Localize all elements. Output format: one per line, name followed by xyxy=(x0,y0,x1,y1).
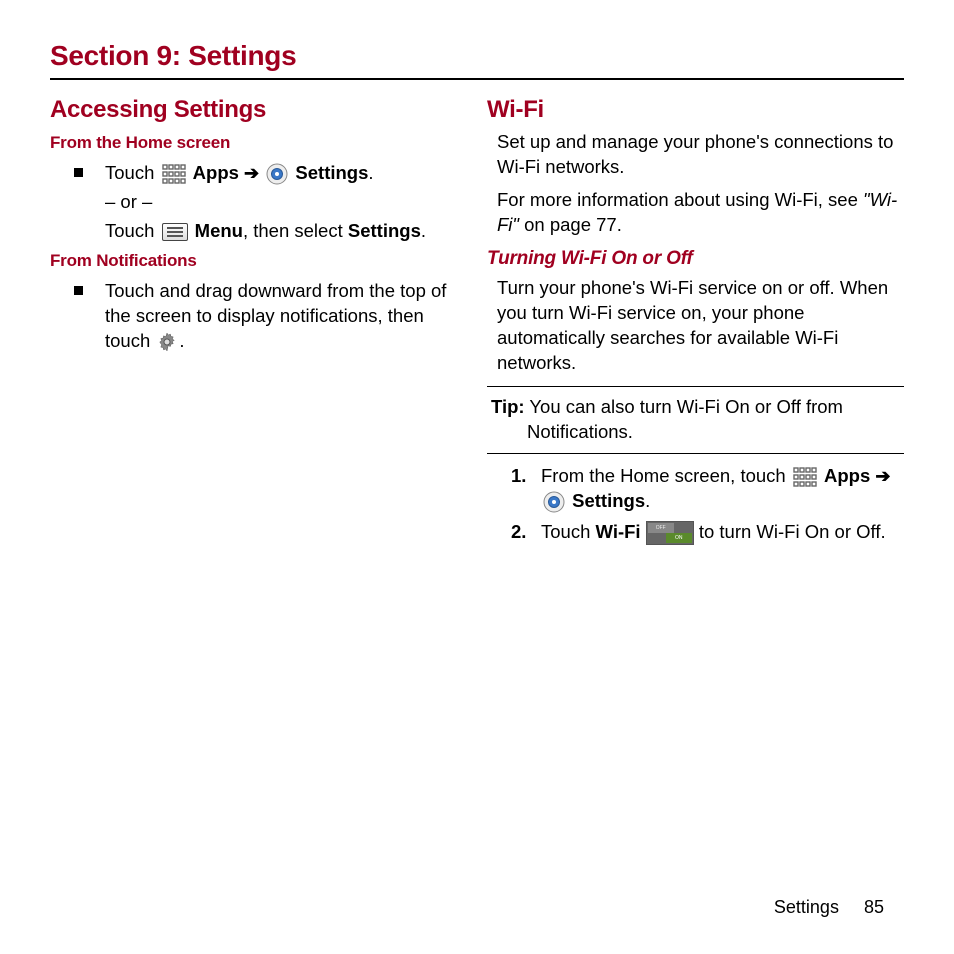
bullet-icon xyxy=(74,168,83,177)
label-apps: Apps xyxy=(824,465,875,486)
bullet-icon xyxy=(74,286,83,295)
gear-icon xyxy=(157,332,177,352)
paragraph: Set up and manage your phone's connectio… xyxy=(497,130,904,180)
tip-label: Tip: xyxy=(491,396,525,417)
bullet-text: Touch and drag downward from the top of … xyxy=(105,279,467,354)
section-title: Section 9: Settings xyxy=(50,40,904,80)
step-text: Touch Wi-Fi OFFON to turn Wi-Fi On or Of… xyxy=(541,520,904,545)
label-settings: Settings xyxy=(295,162,368,183)
step-item: 1. From the Home screen, touch Apps ➔ xyxy=(511,464,904,514)
subheading-from-notifications: From Notifications xyxy=(50,250,467,273)
or-text: – or – xyxy=(105,190,467,215)
step-text: From the Home screen, touch Apps ➔ xyxy=(541,464,904,514)
text: to turn Wi-Fi On or Off. xyxy=(699,521,886,542)
step-number: 1. xyxy=(511,464,541,489)
heading-wifi: Wi-Fi xyxy=(487,94,904,126)
text: Touch and drag downward from the top of … xyxy=(105,280,446,351)
paragraph: For more information about using Wi-Fi, … xyxy=(497,188,904,238)
arrow-icon: ➔ xyxy=(875,466,890,486)
label-settings: Settings xyxy=(348,220,421,241)
heading-accessing-settings: Accessing Settings xyxy=(50,94,467,126)
step-item: 2. Touch Wi-Fi OFFON to turn Wi-Fi On or… xyxy=(511,520,904,545)
bullet-item: Touch and drag downward from the top of … xyxy=(74,279,467,354)
page-number: 85 xyxy=(864,897,884,917)
label-apps: Apps xyxy=(193,162,244,183)
menu-icon xyxy=(162,223,188,241)
subheading-turning-wifi: Turning Wi-Fi On or Off xyxy=(487,246,904,272)
left-column: Accessing Settings From the Home screen … xyxy=(50,94,467,551)
right-column: Wi-Fi Set up and manage your phone's con… xyxy=(487,94,904,551)
arrow-icon: ➔ xyxy=(244,163,259,183)
tip-box: Tip: You can also turn Wi-Fi On or Off f… xyxy=(487,386,904,454)
text: Touch xyxy=(105,220,160,241)
apps-grid-icon xyxy=(162,164,186,184)
text: Touch xyxy=(105,162,160,183)
page-footer: Settings 85 xyxy=(774,897,884,918)
label-wifi: Wi-Fi xyxy=(596,521,641,542)
text: , then select xyxy=(243,220,348,241)
subheading-from-home: From the Home screen xyxy=(50,132,467,155)
text: . xyxy=(179,330,184,351)
text: on page 77. xyxy=(519,214,622,235)
text: For more information about using Wi-Fi, … xyxy=(497,189,863,210)
bullet-text: Touch Apps ➔ xyxy=(105,161,467,244)
label-settings: Settings xyxy=(572,490,645,511)
content-columns: Accessing Settings From the Home screen … xyxy=(50,94,904,551)
settings-gear-icon xyxy=(266,163,288,185)
toggle-switch-icon: OFFON xyxy=(646,521,694,545)
tip-text: Notifications. xyxy=(527,420,900,445)
settings-gear-icon xyxy=(543,491,565,513)
paragraph: Turn your phone's Wi-Fi service on or of… xyxy=(497,276,904,376)
text: Touch xyxy=(541,521,596,542)
tip-text: You can also turn Wi-Fi On or Off from xyxy=(525,396,843,417)
apps-grid-icon xyxy=(793,467,817,487)
footer-label: Settings xyxy=(774,897,839,917)
text: From the Home screen, touch xyxy=(541,465,791,486)
label-menu: Menu xyxy=(195,220,243,241)
step-number: 2. xyxy=(511,520,541,545)
bullet-item: Touch Apps ➔ xyxy=(74,161,467,244)
